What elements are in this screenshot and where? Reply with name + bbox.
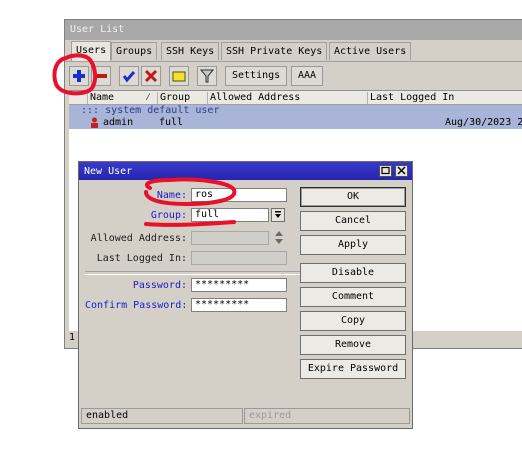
disable-button[interactable]: Disable <box>300 263 406 283</box>
last-logged-in-label: Last Logged In: <box>96 253 187 264</box>
table-header: Name ⁄ Group Allowed Address Last Logged … <box>69 91 522 105</box>
password-label: Password: <box>132 280 187 291</box>
ok-button[interactable]: OK <box>300 187 406 207</box>
allowed-address-expand-button[interactable] <box>273 230 285 246</box>
sort-indicator-icon: ⁄ <box>145 92 152 103</box>
tab-groups[interactable]: Groups <box>111 42 158 60</box>
status-enabled: enabled <box>81 408 243 424</box>
filter-button[interactable] <box>197 66 217 86</box>
close-icon <box>397 166 406 175</box>
user-list-titlebar[interactable]: User List <box>65 20 522 40</box>
comment-row[interactable]: ::: system default user <box>69 105 522 116</box>
tab-ssh-keys[interactable]: SSH Keys <box>161 42 220 60</box>
dropdown-arrow-icon <box>275 211 281 218</box>
expire-password-button[interactable]: Expire Password <box>300 359 406 379</box>
column-header-last-logged-in[interactable]: Last Logged In <box>367 92 522 104</box>
dialog-titlebar[interactable]: New User <box>79 162 412 180</box>
cancel-button[interactable]: Cancel <box>300 211 406 231</box>
cell-name: admin <box>103 117 134 128</box>
cell-group: full <box>159 117 184 128</box>
name-input[interactable]: ros <box>191 188 287 202</box>
toolbar: Settings AAA <box>65 64 522 88</box>
tab-bar: Users Groups SSH Keys SSH Private Keys A… <box>68 41 522 61</box>
new-user-dialog: New User Name: ros Group: full Allowed A… <box>78 161 413 429</box>
note-icon <box>172 71 186 82</box>
close-button[interactable] <box>395 165 408 177</box>
plus-icon <box>73 70 85 82</box>
tab-active-users[interactable]: Active Users <box>329 42 412 60</box>
comment-button[interactable] <box>169 66 189 86</box>
user-icon <box>91 117 98 128</box>
maximize-button[interactable] <box>379 165 392 177</box>
cell-last-logged-in: Aug/30/2023 2 <box>445 117 522 128</box>
remove-button[interactable] <box>91 66 111 86</box>
last-logged-in-field <box>191 251 287 265</box>
group-select[interactable]: full <box>191 208 269 222</box>
maximize-icon <box>381 166 390 175</box>
column-header-group[interactable]: Group <box>157 92 207 104</box>
settings-button[interactable]: Settings <box>225 66 288 86</box>
group-dropdown-button[interactable] <box>271 208 285 222</box>
group-label: Group: <box>150 210 187 221</box>
password-input[interactable]: ********* <box>191 278 287 292</box>
column-header-name[interactable]: Name ⁄ <box>87 92 157 104</box>
apply-button[interactable]: Apply <box>300 235 406 255</box>
filter-icon <box>200 69 214 83</box>
minus-icon <box>95 74 107 78</box>
remove-button[interactable]: Remove <box>300 335 406 355</box>
confirm-password-label: Confirm Password: <box>85 300 188 311</box>
table-row[interactable]: admin full Aug/30/2023 2 <box>69 116 522 129</box>
disable-button[interactable] <box>141 66 161 86</box>
tab-divider <box>65 61 522 62</box>
tab-ssh-private-keys[interactable]: SSH Private Keys <box>221 42 328 60</box>
window-title: User List <box>70 24 125 35</box>
copy-button[interactable]: Copy <box>300 311 406 331</box>
dialog-title: New User <box>84 166 133 177</box>
allowed-address-label: Allowed Address: <box>90 233 187 244</box>
tab-users[interactable]: Users <box>71 41 112 61</box>
confirm-password-input[interactable]: ********* <box>191 298 287 312</box>
cross-icon <box>144 69 158 83</box>
add-button[interactable] <box>69 66 89 86</box>
enable-button[interactable] <box>119 66 139 86</box>
aaa-button[interactable]: AAA <box>291 66 324 86</box>
comment-button[interactable]: Comment <box>300 287 406 307</box>
status-expired: expired <box>244 408 410 424</box>
allowed-address-input[interactable] <box>191 231 269 245</box>
name-label: Name: <box>156 190 187 201</box>
checkmark-icon <box>122 71 136 83</box>
expand-arrows-icon <box>275 231 283 244</box>
column-header-allowed-address[interactable]: Allowed Address <box>207 92 367 104</box>
